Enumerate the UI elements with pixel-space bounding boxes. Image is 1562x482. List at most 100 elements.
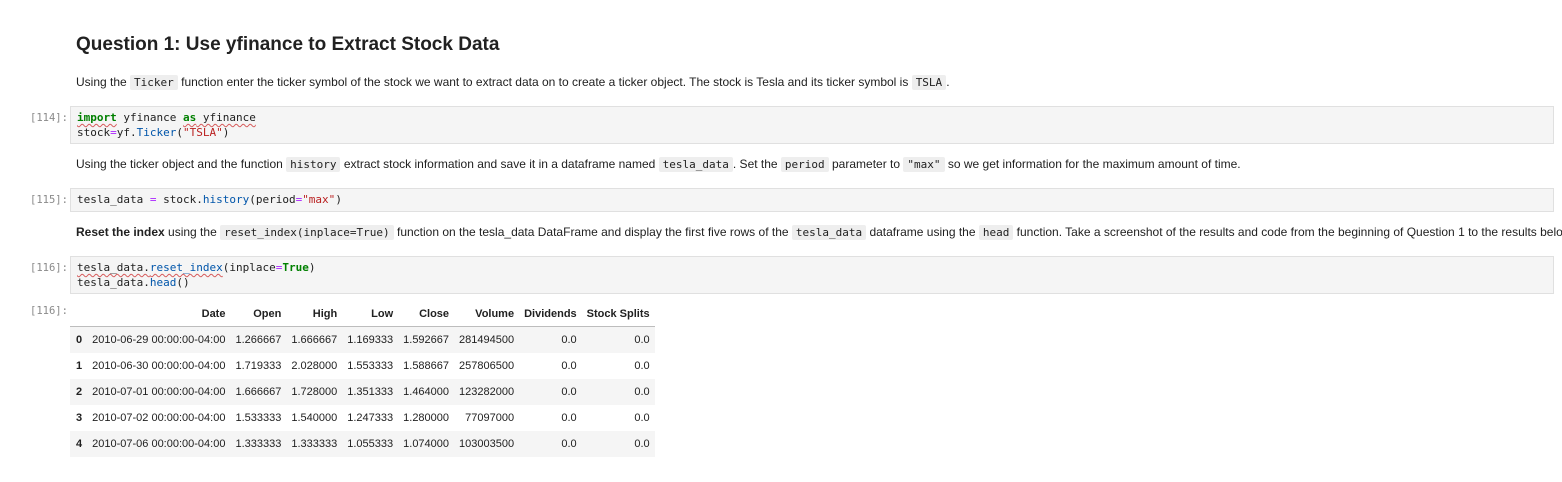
inline-code: Ticker	[130, 75, 178, 90]
table-cell: 77097000	[465, 412, 515, 424]
code-cell-115[interactable]: tesla_data = stock.history(period="max")	[70, 188, 1554, 212]
inline-code: head	[978, 225, 1014, 240]
column-header: Low	[342, 302, 399, 327]
code-token: True	[282, 261, 309, 274]
table-cell: 1.247333	[347, 412, 394, 424]
table-cell: 1.553333	[347, 360, 394, 372]
table-cell: 1.533333	[235, 412, 282, 424]
md-text: so we get information for the maximum am…	[944, 157, 1241, 171]
column-header: Close	[398, 302, 455, 327]
md-bold: Reset the index	[76, 225, 165, 239]
table-header-row: Date Open High Low Close Volume Dividend…	[70, 302, 655, 327]
code-token: (inplace	[222, 261, 276, 274]
md-text: . Set the	[732, 157, 781, 171]
table-cell: 0.0	[634, 360, 650, 372]
table-cell: 103003500	[459, 438, 515, 450]
row-index: 3	[76, 412, 83, 424]
question-heading: Question 1: Use yfinance to Extract Stoc…	[76, 34, 500, 55]
table-cell: 1.666667	[235, 386, 282, 398]
table-row: 4 2010-07-06 00:00:00-04:00 1.333333 1.3…	[70, 431, 655, 457]
code-token: "TSLA"	[183, 126, 223, 139]
table-cell: 2010-06-29 00:00:00-04:00	[92, 334, 226, 346]
row-index: 4	[76, 438, 83, 450]
code-token: "max"	[302, 193, 336, 206]
inline-code: tesla_data	[791, 225, 867, 240]
code-token: reset_index	[149, 261, 223, 274]
column-header: High	[286, 302, 343, 327]
table-cell: 1.074000	[403, 438, 450, 450]
md-text: function on the tesla_data DataFrame and…	[393, 225, 792, 239]
table-cell: 1.055333	[347, 438, 394, 450]
code-token: Ticker	[136, 126, 177, 139]
code-token: tesla_data	[77, 193, 150, 206]
code-token: as	[182, 111, 197, 124]
dataframe-output-table: Date Open High Low Close Volume Dividend…	[70, 302, 655, 457]
cell-prompt: [116]:	[30, 262, 68, 274]
code-token: )	[222, 126, 230, 139]
table-cell: 0.0	[634, 386, 650, 398]
row-index: 0	[76, 334, 83, 346]
inline-code: tesla_data	[658, 157, 733, 172]
table-cell: 257806500	[459, 360, 515, 372]
table-cell: 0.0	[561, 386, 577, 398]
column-header: Volume	[454, 302, 520, 327]
code-token: stock	[77, 126, 111, 139]
table-row: 1 2010-06-30 00:00:00-04:00 1.719333 2.0…	[70, 353, 655, 379]
table-cell: 2010-06-30 00:00:00-04:00	[92, 360, 226, 372]
table-row: 2 2010-07-01 00:00:00-04:00 1.666667 1.7…	[70, 379, 655, 405]
table-cell: 0.0	[561, 360, 577, 372]
md-text: parameter to	[828, 157, 904, 171]
table-cell: 123282000	[459, 386, 515, 398]
table-cell: 0.0	[634, 438, 650, 450]
md-text: using the	[164, 225, 221, 239]
md-text: Using the ticker object and the function	[76, 157, 287, 171]
inline-code: reset_index(inplace=True)	[220, 225, 394, 240]
output-prompt: [116]:	[30, 305, 68, 317]
table-cell: 2010-07-06 00:00:00-04:00	[92, 438, 226, 450]
table-cell: 0.0	[561, 334, 577, 346]
md-text: function. Take a screenshot of the resul…	[1013, 225, 1562, 239]
table-cell: 1.266667	[235, 334, 282, 346]
table-cell: 1.169333	[347, 334, 394, 346]
code-token: import	[77, 111, 117, 124]
table-cell: 2010-07-01 00:00:00-04:00	[92, 386, 226, 398]
table-cell: 2.028000	[291, 360, 338, 372]
table-row: 0 2010-06-29 00:00:00-04:00 1.266667 1.6…	[70, 326, 655, 353]
table-cell: 1.540000	[291, 412, 338, 424]
column-header: Dividends	[519, 302, 582, 327]
code-token: yf.	[116, 126, 137, 139]
markdown-instruction-1[interactable]: Using the Ticker function enter the tick…	[76, 74, 950, 91]
table-cell: 1.728000	[291, 386, 338, 398]
table-cell: 1.333333	[235, 438, 282, 450]
inline-code: "max"	[903, 157, 945, 172]
table-cell: 281494500	[459, 334, 515, 346]
cell-prompt: [115]:	[30, 194, 68, 206]
table-cell: 1.719333	[235, 360, 282, 372]
markdown-instruction-3[interactable]: Reset the index using the reset_index(in…	[76, 224, 1562, 241]
table-cell: 0.0	[634, 412, 650, 424]
row-index: 2	[76, 386, 83, 398]
table-cell: 1.592667	[403, 334, 450, 346]
table-cell: 0.0	[561, 412, 577, 424]
code-token: yfinance	[116, 111, 183, 124]
code-token: yfinance	[196, 111, 256, 124]
table-cell: 1.280000	[403, 412, 450, 424]
md-text: dataframe using the	[866, 225, 979, 239]
inline-code: TSLA	[911, 75, 947, 90]
column-header: Date	[87, 302, 231, 327]
md-text: Using the	[76, 75, 131, 89]
table-cell: 0.0	[561, 438, 577, 450]
column-header	[70, 302, 88, 327]
code-token: tesla_data.	[77, 261, 150, 274]
code-cell-114[interactable]: import yfinance as yfinance stock=yf.Tic…	[70, 106, 1554, 144]
code-token: ()	[176, 276, 190, 289]
table-cell: 0.0	[634, 334, 650, 346]
inline-code: period	[780, 157, 829, 172]
markdown-instruction-2[interactable]: Using the ticker object and the function…	[76, 156, 1241, 173]
md-text: extract stock information and save it in…	[340, 157, 659, 171]
row-index: 1	[76, 360, 83, 372]
column-header: Stock Splits	[581, 302, 655, 327]
code-token: =	[110, 126, 117, 139]
code-cell-116[interactable]: tesla_data.reset_index(inplace=True) tes…	[70, 256, 1554, 294]
table-row: 3 2010-07-02 00:00:00-04:00 1.533333 1.5…	[70, 405, 655, 431]
